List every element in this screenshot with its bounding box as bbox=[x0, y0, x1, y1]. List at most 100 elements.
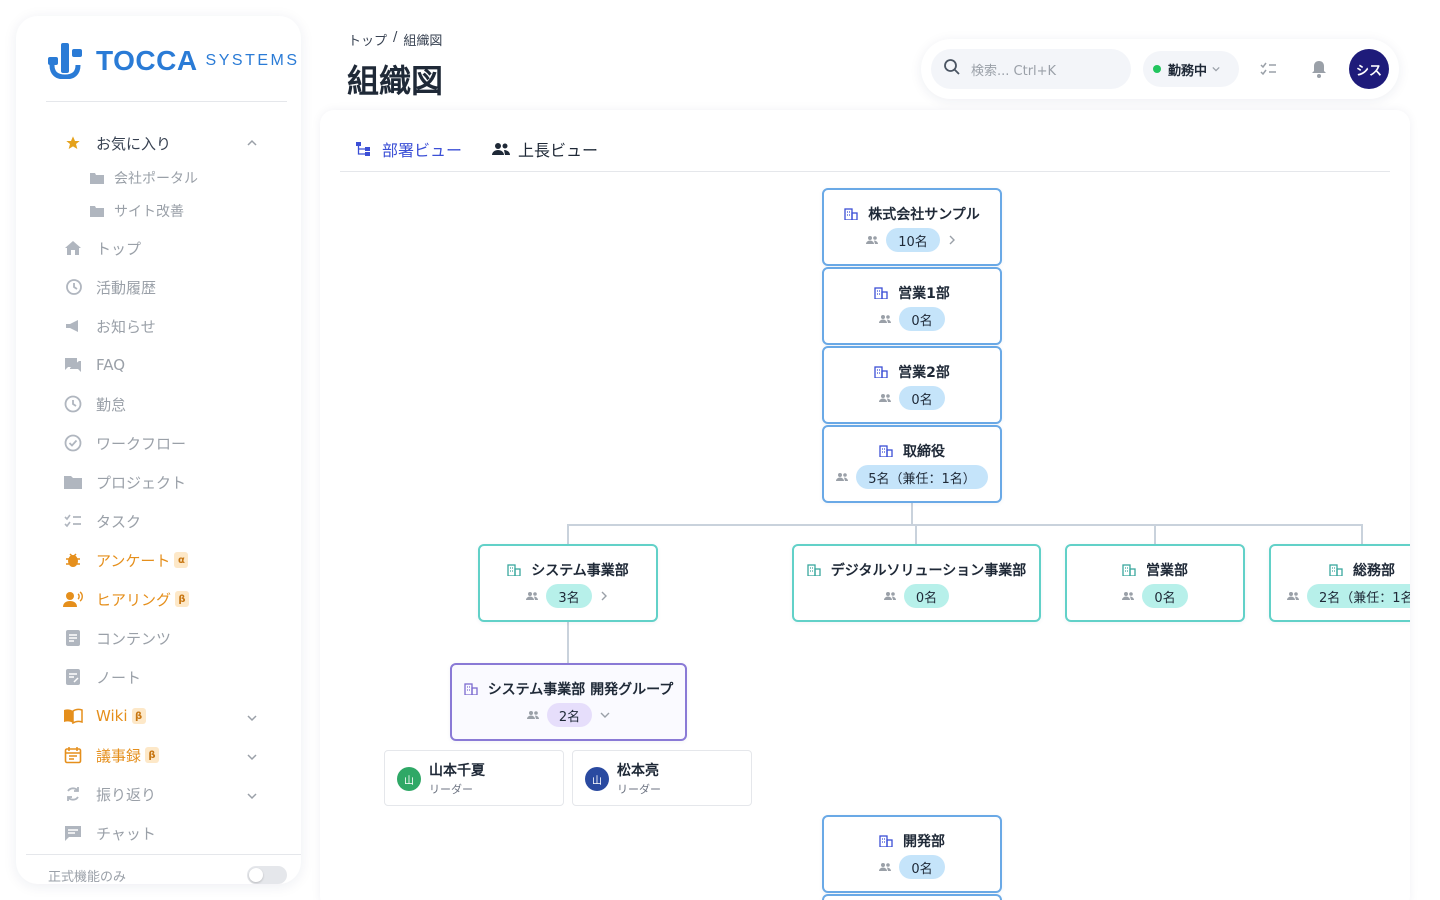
chevron-right-icon[interactable] bbox=[948, 235, 958, 245]
content-panel: 部署ビュー 上長ビュー 株式会社サンプル 10名 営業1部 0名 営業2部 0名… bbox=[320, 110, 1410, 900]
sidebar-item-label: ノート bbox=[96, 668, 142, 687]
member-role: リーダー bbox=[429, 783, 473, 796]
sidebar-item-top[interactable]: トップ bbox=[62, 233, 287, 263]
calendar-icon bbox=[62, 744, 84, 766]
org-node-dev-group[interactable]: システム事業部 開発グループ 2名 bbox=[450, 663, 687, 741]
sidebar-subitem-label: サイト改善 bbox=[114, 204, 184, 220]
org-node-digital-solutions[interactable]: デジタルソリューション事業部 0名 bbox=[792, 544, 1041, 622]
logo[interactable]: TOCCA SYSTEMS bbox=[48, 43, 300, 80]
sidebar-item-label: ワークフロー bbox=[96, 434, 187, 453]
sidebar-subitem-site-improvement[interactable]: サイト改善 bbox=[90, 199, 184, 223]
checklist-icon bbox=[62, 510, 84, 532]
breadcrumb-separator: / bbox=[393, 30, 398, 45]
connector-line bbox=[1154, 524, 1156, 546]
refresh-icon bbox=[62, 783, 84, 805]
sidebar-item-workflow[interactable]: ワークフロー bbox=[62, 428, 287, 458]
checklist-icon[interactable] bbox=[1259, 59, 1279, 79]
search-placeholder: 検索... Ctrl+K bbox=[971, 63, 1057, 79]
sidebar-item-announcements[interactable]: お知らせ bbox=[62, 311, 287, 341]
official-features-toggle[interactable] bbox=[247, 866, 287, 884]
sidebar-item-note[interactable]: ノート bbox=[62, 662, 287, 692]
chevron-up-icon[interactable] bbox=[247, 138, 257, 148]
bell-icon[interactable] bbox=[1309, 59, 1329, 79]
folder-icon bbox=[90, 203, 106, 219]
org-node-name: 株式会社サンプル bbox=[868, 207, 980, 223]
sidebar-item-favorites[interactable]: お気に入り bbox=[62, 128, 287, 158]
people-icon bbox=[879, 393, 893, 403]
sidebar-item-label: 振り返り bbox=[96, 785, 157, 804]
building-icon bbox=[464, 682, 480, 696]
sidebar-item-label: チャット bbox=[96, 824, 156, 843]
org-node-name: システム事業部 開発グループ bbox=[487, 682, 674, 698]
building-icon bbox=[507, 563, 523, 577]
member-card[interactable]: 山 山本千夏 リーダー bbox=[384, 750, 564, 806]
sidebar-item-label: トップ bbox=[96, 239, 142, 258]
building-icon bbox=[807, 563, 823, 577]
member-count-badge: 5名（兼任：1名） bbox=[856, 465, 988, 489]
chevron-down-icon[interactable] bbox=[247, 713, 257, 723]
member-count-badge: 0名 bbox=[1142, 584, 1188, 608]
people-icon bbox=[836, 472, 850, 482]
sidebar-subitem-company-portal[interactable]: 会社ポータル bbox=[90, 166, 198, 190]
sidebar-item-label: プロジェクト bbox=[96, 473, 187, 492]
voice-icon bbox=[62, 588, 84, 610]
connector-line bbox=[915, 524, 917, 546]
people-icon bbox=[526, 591, 540, 601]
chevron-down-icon[interactable] bbox=[247, 752, 257, 762]
megaphone-icon bbox=[62, 315, 84, 337]
document-icon bbox=[62, 627, 84, 649]
chevron-right-icon[interactable] bbox=[600, 591, 610, 601]
sidebar-item-faq[interactable]: FAQ bbox=[62, 350, 287, 380]
sidebar-item-attendance[interactable]: 勤怠 bbox=[62, 389, 287, 419]
people-icon bbox=[879, 862, 893, 872]
sidebar-item-contents[interactable]: コンテンツ bbox=[62, 623, 287, 653]
org-node-directors[interactable]: 取締役 5名（兼任：1名） bbox=[822, 425, 1002, 503]
org-node-name: 営業2部 bbox=[898, 365, 950, 381]
sidebar-item-retrospective[interactable]: 振り返り bbox=[62, 779, 287, 809]
member-count-badge: 0名 bbox=[899, 855, 945, 879]
org-node-name: 総務部 bbox=[1353, 563, 1395, 579]
member-count-badge: 0名 bbox=[899, 386, 945, 410]
sidebar-item-hearing[interactable]: ヒアリング β bbox=[62, 584, 287, 614]
org-node-development[interactable]: 開発部 0名 bbox=[822, 815, 1002, 893]
people-icon bbox=[1287, 591, 1301, 601]
org-node-company[interactable]: 株式会社サンプル 10名 bbox=[822, 188, 1002, 266]
org-node-general-affairs[interactable]: 総務部 2名（兼任：1名） bbox=[1269, 544, 1410, 622]
sidebar-item-label: ヒアリング bbox=[96, 590, 172, 609]
sidebar-item-minutes[interactable]: 議事録 β bbox=[62, 740, 287, 770]
org-node-system-division[interactable]: システム事業部 3名 bbox=[478, 544, 658, 622]
building-icon bbox=[879, 444, 895, 458]
sidebar-item-label: お知らせ bbox=[96, 317, 156, 336]
org-node-sales2[interactable]: 営業2部 0名 bbox=[822, 346, 1002, 424]
connector-line bbox=[567, 524, 1363, 526]
chat-icon bbox=[62, 822, 84, 844]
sidebar-item-activity-history[interactable]: 活動履歴 bbox=[62, 272, 287, 302]
member-count-badge: 10名 bbox=[886, 228, 940, 252]
member-card[interactable]: 山 松本亮 リーダー bbox=[572, 750, 752, 806]
search-input[interactable]: 検索... Ctrl+K bbox=[931, 49, 1131, 89]
sidebar-item-project[interactable]: プロジェクト bbox=[62, 467, 287, 497]
org-node-sales1[interactable]: 営業1部 0名 bbox=[822, 267, 1002, 345]
sidebar: TOCCA SYSTEMS お気に入り 会社ポータル サイト改善 トップ 活動履… bbox=[16, 16, 301, 884]
building-icon bbox=[874, 365, 890, 379]
folder-icon bbox=[90, 170, 106, 186]
breadcrumb-top-link[interactable]: トップ bbox=[348, 30, 387, 49]
org-node-sales-department[interactable]: 営業部 0名 bbox=[1065, 544, 1245, 622]
forum-icon bbox=[62, 354, 84, 376]
user-avatar[interactable]: シス bbox=[1349, 49, 1389, 89]
bug-icon bbox=[62, 549, 84, 571]
member-count-badge: 2名 bbox=[546, 703, 593, 727]
work-status-dropdown[interactable]: 勤務中 bbox=[1143, 51, 1239, 87]
sidebar-subitem-label: 会社ポータル bbox=[114, 171, 198, 187]
chevron-down-icon[interactable] bbox=[247, 791, 257, 801]
building-icon bbox=[844, 207, 860, 221]
sidebar-item-label: FAQ bbox=[96, 356, 126, 374]
chevron-down-icon[interactable] bbox=[600, 710, 610, 720]
org-node-next[interactable] bbox=[822, 894, 1002, 900]
sidebar-item-chat[interactable]: チャット bbox=[62, 818, 287, 848]
sidebar-item-label: タスク bbox=[96, 512, 142, 531]
sidebar-item-survey[interactable]: アンケート α bbox=[62, 545, 287, 575]
sidebar-item-task[interactable]: タスク bbox=[62, 506, 287, 536]
sidebar-item-wiki[interactable]: Wiki β bbox=[62, 701, 287, 731]
chevron-down-icon bbox=[1212, 65, 1220, 73]
